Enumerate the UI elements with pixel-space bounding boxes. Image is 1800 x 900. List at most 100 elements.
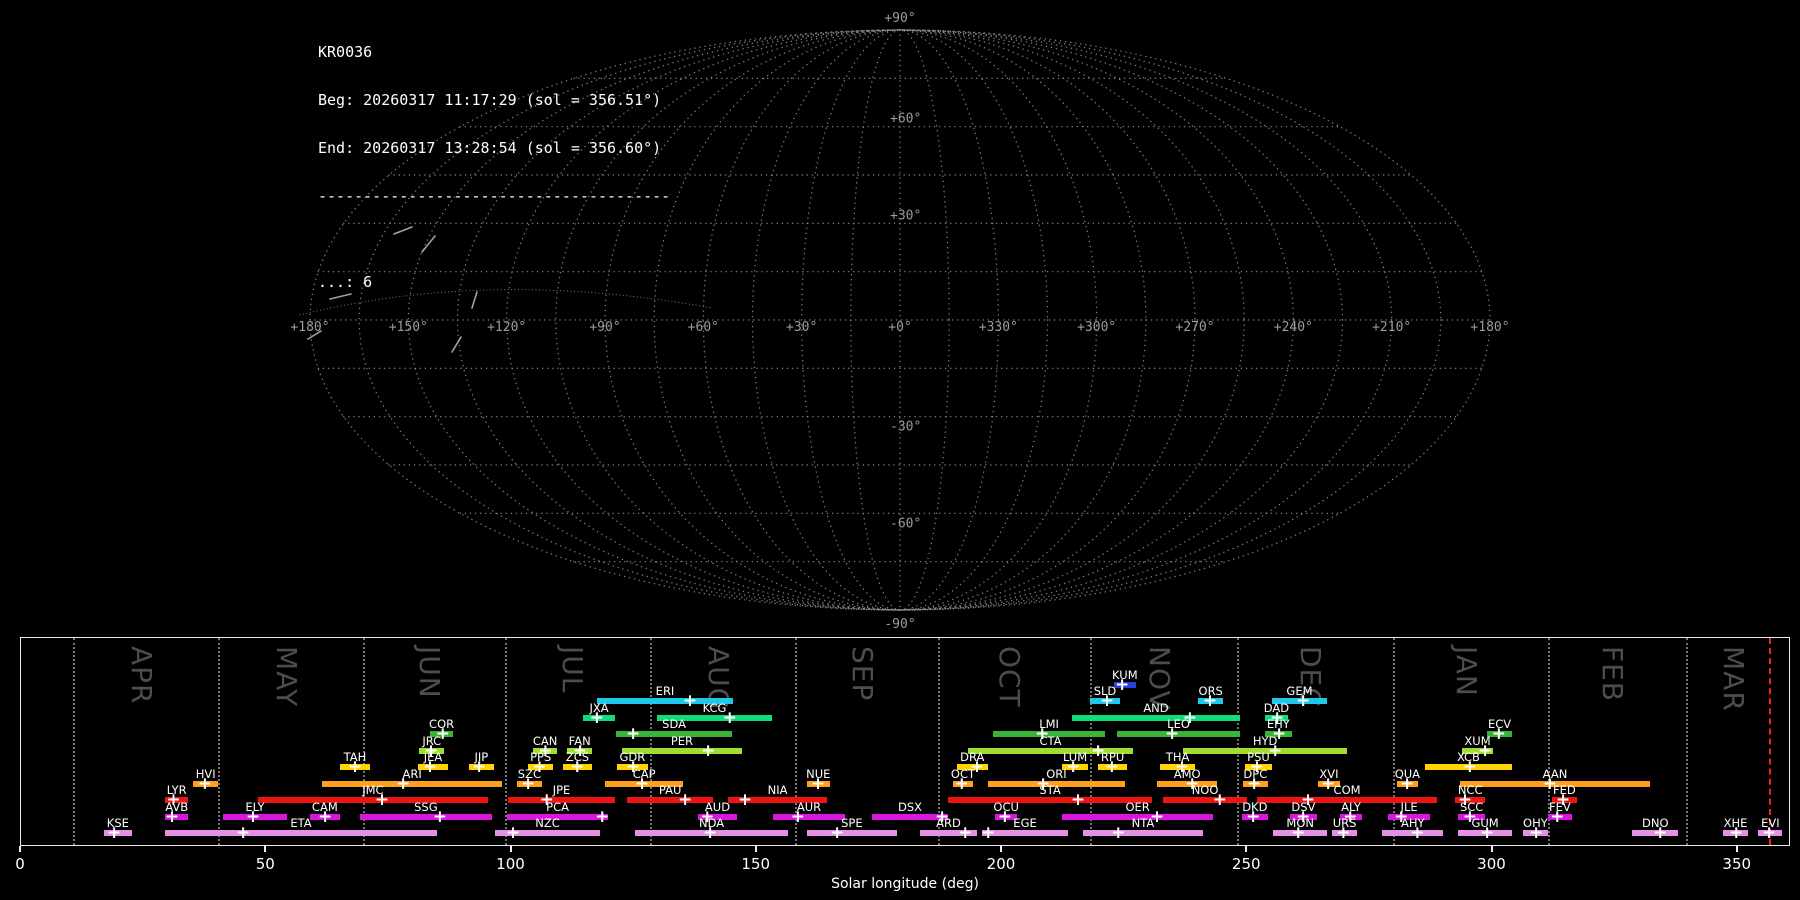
axis-tick	[1000, 846, 1002, 852]
shower-peak-marker: +	[701, 740, 716, 761]
shower-peak-marker: +	[521, 773, 536, 794]
shower-peak-marker: +	[1104, 757, 1119, 778]
shower-peak-marker: +	[703, 822, 718, 843]
month-label: JUN	[413, 646, 447, 699]
shower-peak-marker: +	[1115, 675, 1130, 695]
axis-tick	[509, 846, 512, 852]
axis-tick-label: 250	[1231, 855, 1261, 873]
shower-peak-marker: +	[737, 790, 753, 811]
axis-tick-label: 350	[1722, 855, 1752, 873]
shower-activity-bar	[772, 813, 845, 820]
shower-peak-marker: +	[164, 806, 180, 827]
shower-peak-marker: +	[1400, 773, 1415, 794]
shower-peak-marker: +	[1729, 822, 1744, 843]
shower-peak-marker: +	[1070, 790, 1086, 811]
shower-code-label: NIA	[767, 783, 788, 798]
shower-peak-marker: +	[1462, 757, 1478, 778]
latitude-label: +30°	[890, 208, 921, 223]
shower-peak-marker: +	[595, 806, 610, 827]
shower-peak-marker: +	[954, 773, 969, 794]
latitude-label: -60°	[890, 516, 921, 531]
shower-activity-bar	[257, 797, 488, 804]
shower-peak-marker: +	[347, 757, 363, 778]
month-label: OCT	[993, 646, 1027, 708]
shower-activity-bar	[322, 780, 503, 787]
shower-peak-marker: +	[634, 773, 650, 794]
sky-map: +180° +150° +120° +90° +60° +30° +0° +330° +300°…	[290, 11, 1509, 632]
shower-code-label: ERI	[655, 684, 675, 699]
axis-tick-label: 300	[1477, 855, 1506, 873]
month-label: FEB	[1596, 646, 1630, 703]
shower-peak-marker: +	[677, 790, 693, 811]
shower-peak-marker: +	[395, 773, 411, 794]
longitude-label: +60°	[688, 320, 719, 335]
axis-tick-label: 50	[255, 855, 275, 873]
shower-peak-marker: +	[505, 822, 521, 843]
shower-code-label: OER	[1125, 799, 1150, 814]
shower-peak-marker: +	[1065, 757, 1081, 778]
month-label: JUL	[556, 646, 590, 694]
axis-tick	[754, 846, 757, 852]
shower-peak-marker: +	[422, 757, 438, 778]
shower-code-label: NTA	[1131, 815, 1155, 830]
longitude-label: +300°	[1077, 320, 1116, 335]
axis-tick	[19, 846, 21, 852]
shower-peak-marker: +	[317, 806, 333, 827]
longitude-label: +120°	[487, 320, 526, 335]
shower-activity-bar	[1082, 829, 1204, 836]
shower-activity-bar	[806, 829, 897, 836]
shower-code-label: NZC	[535, 815, 560, 830]
activity-timeline-panel: APR MAY JUN JUL AUG SEP OCT NOV DEC JAN FEB MAR KUM +…	[20, 637, 1790, 846]
shower-peak-marker: +	[570, 757, 585, 778]
figure: +180° +150° +120° +90° +60° +30° +0° +330° +300°…	[0, 0, 1800, 900]
longitude-label: +210°	[1372, 320, 1411, 335]
month-label: SEP	[845, 646, 879, 702]
shower-code-label: DSX	[897, 799, 923, 814]
axis-tick	[1490, 846, 1493, 852]
longitude-label: +0°	[888, 320, 911, 335]
shower-code-label: PER	[670, 733, 694, 748]
shower-peak-marker: +	[1296, 691, 1311, 712]
separator-line: ---------------------------------------	[318, 187, 671, 205]
shower-activity-bar	[359, 813, 492, 820]
station-code: KR0036	[318, 43, 373, 61]
shower-activity-bar	[1072, 714, 1240, 721]
longitude-label: +90°	[589, 320, 620, 335]
longitude-label: +180°	[1470, 320, 1509, 335]
shower-peak-marker: +	[1410, 822, 1425, 843]
axis-tick-label: 100	[496, 855, 525, 873]
shower-peak-marker: +	[1202, 691, 1218, 712]
latitude-label: -90°	[884, 617, 915, 632]
shower-activity-bar	[1162, 797, 1248, 804]
shower-peak-marker: +	[958, 822, 973, 843]
longitude-label: +30°	[786, 320, 817, 335]
longitude-label: +150°	[389, 320, 428, 335]
shower-peak-marker: +	[1491, 724, 1506, 745]
shower-peak-marker: +	[1099, 691, 1115, 712]
x-axis-title: Solar longitude (deg)	[831, 876, 979, 892]
axis-tick	[264, 846, 267, 852]
shower-peak-marker: +	[432, 806, 447, 827]
shower-peak-marker: +	[1268, 740, 1283, 761]
shower-peak-marker: +	[1653, 822, 1668, 843]
shower-peak-marker: +	[626, 724, 641, 745]
month-boundary-line	[217, 638, 220, 845]
shower-peak-marker: +	[1246, 773, 1262, 794]
shower-activity-bar	[948, 797, 1153, 804]
axis-tick-label: 200	[986, 855, 1016, 873]
shower-peak-marker: +	[107, 822, 122, 843]
shower-peak-marker: +	[1336, 822, 1351, 843]
longitude-label: +240°	[1274, 320, 1313, 335]
station-info: KR0036 Beg: 20260317 11:17:29 (sol = 356…	[318, 12, 670, 322]
month-boundary-line	[73, 638, 76, 845]
shower-peak-marker: +	[1529, 822, 1544, 843]
shower-peak-marker: +	[1291, 822, 1306, 843]
shower-code-label: ETA	[290, 815, 312, 830]
shower-peak-marker: +	[1550, 806, 1565, 827]
observation-end: End: 20260317 13:28:54 (sol = 356.60°)	[318, 139, 662, 157]
shower-code-label: PCA	[546, 799, 569, 814]
current-sol-marker	[1768, 638, 1771, 845]
shower-code-label: JPE	[552, 783, 571, 798]
month-boundary-line	[649, 638, 652, 845]
shower-peak-marker: +	[1111, 822, 1126, 843]
